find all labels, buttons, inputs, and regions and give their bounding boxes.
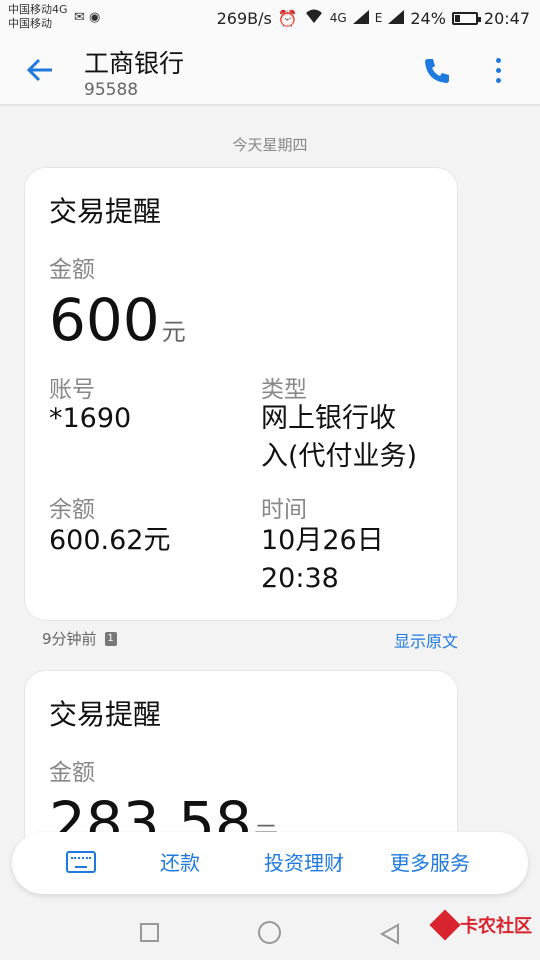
time-value-line1: 10月26日 [261, 525, 384, 556]
battery-fill [454, 14, 461, 22]
message-meta: 9分钟前 1 [42, 628, 117, 649]
amount-value: 600元 [49, 286, 186, 354]
time-label: 时间 [261, 497, 307, 523]
status-bar: 中国移动4G 中国移动 ✉ ◉ 269B/s ⏰ 4G E 24% 20:47 [0, 0, 540, 36]
signal-icon-1 [352, 9, 369, 28]
watermark-text: 卡农社区 [460, 916, 532, 937]
menu-more-services[interactable]: 更多服务 [390, 832, 470, 894]
show-original-link[interactable]: 显示原文 [394, 628, 458, 652]
contact-name: 工商银行 [84, 49, 185, 78]
back-arrow-icon[interactable] [24, 54, 58, 88]
amount-label: 金额 [49, 760, 95, 786]
alarm-icon: ⏰ [277, 8, 298, 28]
watermark: 卡农社区 [429, 909, 532, 941]
net-e: E [374, 11, 383, 25]
net-speed: 269B/s [216, 8, 272, 28]
account-value: *1690 [49, 403, 132, 434]
home-icon[interactable] [258, 921, 281, 944]
carrier-2: 中国移动 [8, 17, 52, 30]
type-label: 类型 [261, 377, 307, 403]
sim-badge: 1 [104, 631, 117, 646]
message-card-2-clip: 交易提醒 金额 283.58元 [0, 660, 540, 840]
menu-investment[interactable]: 投资理财 [264, 832, 344, 894]
message-title: 交易提醒 [49, 698, 162, 731]
date-separator: 今天星期四 [232, 136, 308, 154]
phone-icon[interactable] [422, 56, 452, 86]
wifi-icon [304, 8, 324, 28]
account-label: 账号 [49, 377, 95, 403]
amount-label: 金额 [49, 257, 95, 283]
message-card[interactable]: 交易提醒 金额 283.58元 [24, 670, 458, 840]
type-value-line1: 网上银行收 [261, 403, 396, 434]
carrier-info: 中国移动4G 中国移动 [8, 3, 68, 31]
keyboard-icon[interactable] [66, 851, 96, 873]
balance-label: 余额 [49, 497, 95, 523]
back-triangle-icon[interactable] [378, 922, 402, 946]
recents-icon[interactable] [140, 923, 159, 942]
message-card[interactable]: 交易提醒 金额 600元 账号 *1690 类型 网上银行收 入(代付业务) 余… [24, 167, 458, 621]
message-title: 交易提醒 [49, 195, 162, 228]
status-right: 269B/s ⏰ 4G E 24% 20:47 [217, 8, 530, 28]
eye-icon: ◉ [89, 10, 101, 25]
amount-number: 600 [49, 286, 160, 354]
amount-unit: 元 [161, 318, 186, 346]
message-age: 9分钟前 [42, 630, 97, 648]
battery-percent: 24% [410, 8, 446, 28]
signal-icon-2 [388, 9, 405, 28]
net-4g: 4G [329, 11, 347, 25]
wechat-icon: ✉ [74, 10, 85, 25]
balance-value: 600.62元 [49, 525, 171, 556]
time-value-line2: 20:38 [261, 563, 339, 594]
contact-number: 95588 [84, 80, 139, 100]
service-menu-bar: 还款 投资理财 更多服务 [12, 832, 528, 894]
notification-icons: ✉ ◉ [74, 10, 100, 25]
carrier-1: 中国移动4G [8, 3, 68, 16]
menu-repay[interactable]: 还款 [160, 832, 200, 894]
conversation-header: 工商银行 95588 [0, 36, 540, 106]
type-value-line2: 入(代付业务) [261, 441, 418, 472]
watermark-logo-icon [429, 909, 461, 941]
more-options-icon[interactable] [488, 54, 508, 88]
clock: 20:47 [483, 8, 530, 28]
battery-icon [451, 11, 481, 25]
